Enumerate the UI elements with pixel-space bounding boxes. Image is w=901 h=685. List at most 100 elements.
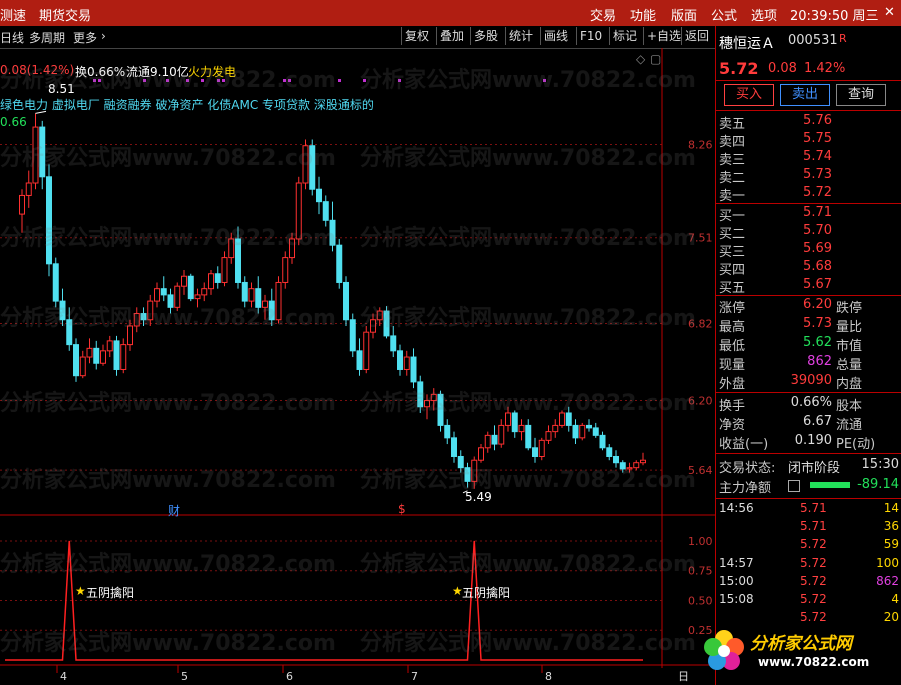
back-button[interactable]: 返回 [681, 27, 712, 45]
menu-formula[interactable]: 公式 [711, 5, 737, 24]
candle-body [619, 462, 626, 470]
bid-row[interactable]: 买五 5.67 [716, 277, 901, 296]
finance-event[interactable]: 财 [168, 502, 180, 519]
candle-body [275, 281, 282, 321]
statistics-button[interactable]: 统计 [505, 27, 536, 45]
candle-body [606, 447, 613, 457]
multi-stock-button[interactable]: 多股 [470, 27, 501, 45]
day-line-button[interactable]: 日线 [0, 29, 24, 46]
candle-body [640, 459, 646, 464]
candle-body [471, 459, 478, 482]
candle-body [559, 412, 565, 426]
candle-body [633, 462, 640, 469]
add-favorite-button[interactable]: +自选 [643, 27, 684, 45]
tick-row: 15:00 5.72 862 [719, 573, 899, 588]
menu-function[interactable]: 功能 [630, 5, 656, 24]
candle-body [343, 281, 349, 321]
signal-dot [363, 79, 366, 82]
tick-row: 14:56 5.71 14 [719, 501, 899, 515]
candle-body [478, 447, 484, 461]
candle-body [532, 447, 538, 457]
change-info: 0.08(1.42%) [0, 63, 75, 77]
candle-body [167, 294, 174, 308]
bid-row[interactable]: 买四 5.68 [716, 259, 901, 278]
candle-body [19, 194, 25, 215]
candle-body [187, 275, 194, 300]
menu-trade[interactable]: 交易 [590, 5, 616, 24]
candle-body [356, 350, 363, 370]
candle-body [572, 424, 579, 439]
candle-body [363, 331, 370, 370]
high-marker: 8.51 [48, 82, 75, 96]
candle-body [100, 350, 106, 364]
candle-body [437, 393, 444, 426]
buy-button[interactable]: 买入 [724, 84, 774, 106]
main-flow: 主力净额 -89.14 [719, 477, 899, 496]
ask-row[interactable]: 卖一 5.72 [716, 185, 901, 204]
candle-body [511, 412, 518, 433]
overlay-button[interactable]: 叠加 [436, 27, 467, 45]
bid-row[interactable]: 买二 5.70 [716, 223, 901, 242]
month-label: 4 [60, 670, 67, 683]
more-arrow-icon: › [101, 29, 106, 43]
sell-button[interactable]: 卖出 [780, 84, 830, 106]
tick-row: 15:08 5.72 4 [719, 592, 899, 606]
candle-body [282, 257, 289, 283]
candle-body [444, 424, 451, 439]
candle-body [376, 310, 383, 321]
menu-layout[interactable]: 版面 [671, 5, 697, 24]
candle-body [370, 319, 376, 333]
month-label: 6 [286, 670, 293, 683]
expand-icon[interactable]: ▢ [650, 52, 661, 66]
candle-body [93, 347, 100, 364]
stat-row: 现量 862 总量 [719, 354, 863, 373]
close-icon[interactable]: ✕ [884, 5, 895, 20]
candle-body [309, 145, 316, 190]
signal-dot [543, 79, 546, 82]
candle-body [25, 182, 32, 196]
stat-row: 涨停 6.20 跌停 [719, 297, 863, 316]
mark-button[interactable]: 标记 [609, 27, 640, 45]
concept-tag[interactable]: 火力发电 [188, 63, 236, 80]
menu-speed[interactable]: 测速 [0, 5, 26, 24]
multi-period-button[interactable]: 多周期 [29, 29, 65, 46]
ask-row[interactable]: 卖三 5.74 [716, 149, 901, 168]
candle-body [59, 300, 66, 321]
bid-row[interactable]: 买三 5.69 [716, 241, 901, 260]
candle-body [147, 300, 154, 321]
candle-body [626, 467, 633, 470]
f10-button[interactable]: F10 [576, 27, 605, 45]
dividend-event[interactable]: $ [398, 502, 406, 516]
candle-body [194, 294, 201, 300]
ask-row[interactable]: 卖四 5.75 [716, 131, 901, 150]
flow-chart-icon[interactable] [788, 480, 800, 492]
ask-row[interactable]: 卖五 5.76 [716, 113, 901, 132]
candle-body [457, 455, 464, 469]
draw-line-button[interactable]: 画线 [540, 27, 571, 45]
query-button[interactable]: 查询 [836, 84, 886, 106]
candle-body [302, 145, 309, 184]
tick-row: 5.71 36 [800, 519, 899, 534]
candle-body [262, 300, 268, 308]
more-button[interactable]: 更多 [73, 29, 97, 46]
flow-bar [810, 482, 850, 488]
candle-body [491, 434, 498, 445]
candle-body [336, 244, 343, 283]
candle-body [329, 219, 336, 246]
menu-futures[interactable]: 期货交易 [39, 5, 91, 24]
menu-options[interactable]: 选项 [751, 5, 777, 24]
candle-body [106, 340, 113, 352]
candle-body [46, 176, 52, 265]
candle-body [201, 288, 208, 296]
month-label: 7 [411, 670, 418, 683]
candle-body [430, 393, 437, 402]
trade-status: 交易状态: 闭市阶段 15:30 [719, 457, 899, 476]
restore-rights-button[interactable]: 复权 [401, 27, 432, 45]
candle-body [424, 400, 430, 408]
diamond-icon[interactable]: ◇ [636, 52, 645, 66]
price-tick-label: 8.26 [688, 138, 713, 151]
candle-body [120, 344, 127, 370]
bid-row[interactable]: 买一 5.71 [716, 205, 901, 224]
candle-body [221, 257, 228, 283]
ask-row[interactable]: 卖二 5.73 [716, 167, 901, 186]
